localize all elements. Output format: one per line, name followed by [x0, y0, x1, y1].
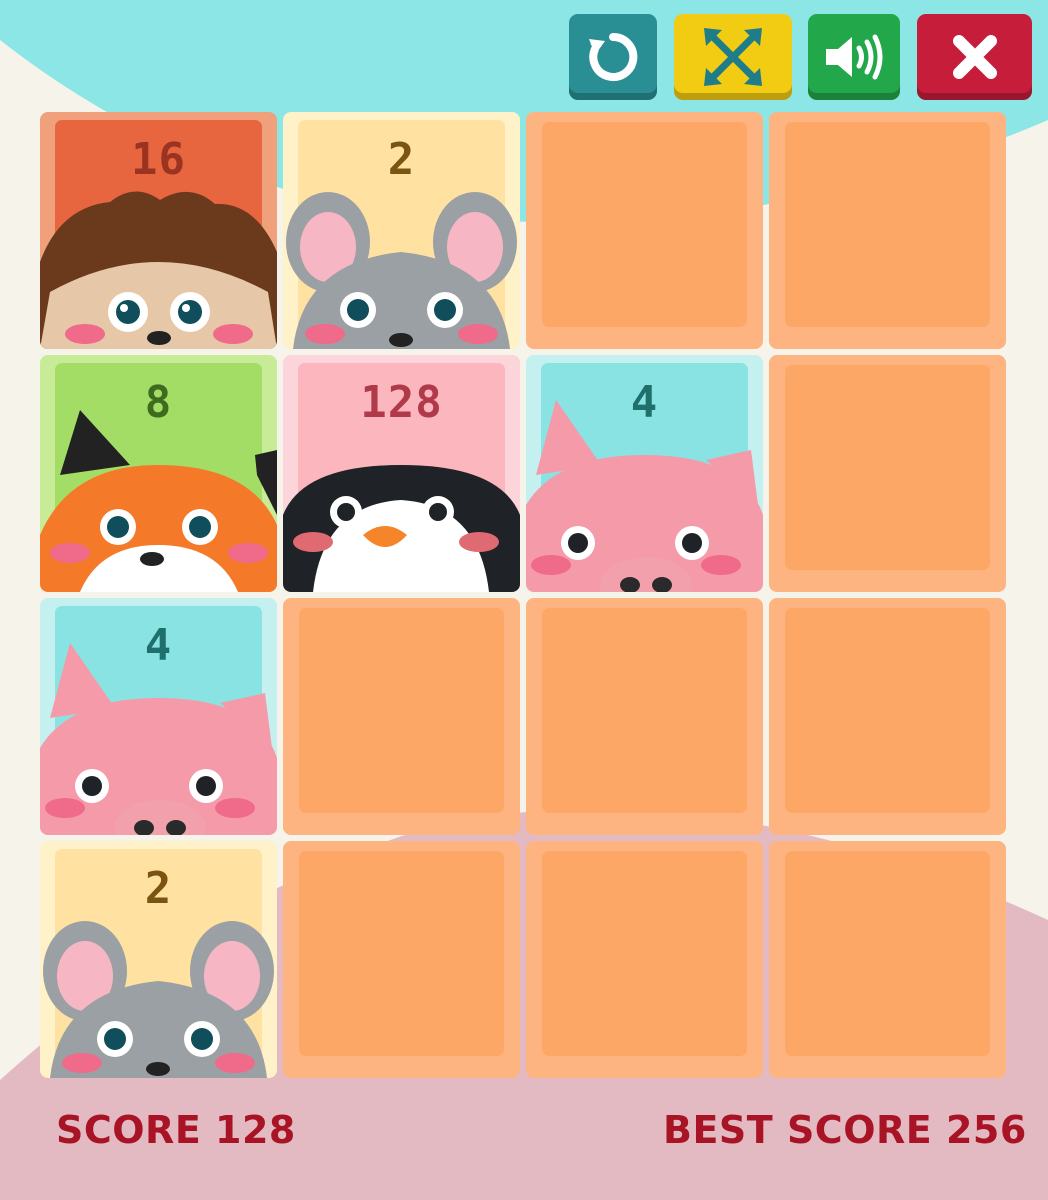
tile-value: 4 — [144, 620, 173, 671]
tile-value: 4 — [630, 377, 659, 428]
tile-value: 2 — [144, 863, 173, 914]
score-label: SCORE 128 — [56, 1108, 296, 1152]
empty-cell — [526, 112, 763, 349]
fullscreen-arrows-icon — [704, 28, 762, 86]
tile-128-penguin: 128 — [283, 355, 520, 592]
close-button[interactable] — [917, 14, 1032, 100]
fullscreen-button[interactable] — [674, 14, 792, 100]
tile-value: 8 — [144, 377, 173, 428]
sound-button[interactable] — [808, 14, 900, 100]
tile-4-pig: 4 — [40, 598, 277, 835]
tile-value: 2 — [387, 134, 416, 185]
speaker-icon — [826, 34, 883, 80]
tile-value: 16 — [131, 134, 186, 185]
best-score-label: BEST SCORE 256 — [663, 1108, 1027, 1152]
game-board[interactable]: 16 2 8 128 4 4 2 — [40, 112, 1010, 1082]
close-x-icon — [952, 35, 997, 79]
tile-value: 128 — [360, 377, 443, 428]
tile-4-pig: 4 — [526, 355, 763, 592]
empty-cell — [769, 355, 1006, 592]
empty-cell — [769, 112, 1006, 349]
restart-button[interactable] — [569, 14, 657, 100]
empty-cell — [283, 598, 520, 835]
tile-16-hedgehog: 16 — [40, 112, 277, 349]
empty-cell — [526, 841, 763, 1078]
empty-cell — [283, 841, 520, 1078]
tile-8-fox: 8 — [40, 355, 277, 592]
tile-2-mouse: 2 — [40, 841, 277, 1078]
restart-icon — [589, 32, 638, 81]
tile-2-mouse: 2 — [283, 112, 520, 349]
empty-cell — [769, 598, 1006, 835]
empty-cell — [769, 841, 1006, 1078]
empty-cell — [526, 598, 763, 835]
